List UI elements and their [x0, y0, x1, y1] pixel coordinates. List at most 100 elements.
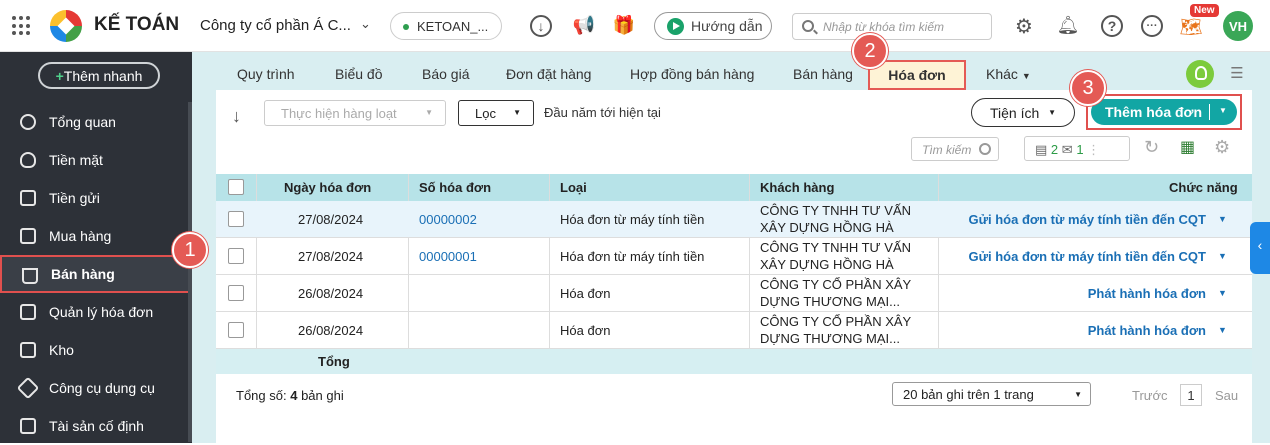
filter-dropdown[interactable]: Lọc [458, 100, 534, 126]
sidebar-item-purchasing[interactable]: Mua hàng [0, 217, 192, 255]
refresh-icon[interactable]: ↻ [1144, 137, 1166, 159]
apps-grid-icon[interactable] [12, 16, 32, 36]
tab-sales[interactable]: Bán hàng [793, 66, 853, 82]
caret-down-icon[interactable]: ▼ [1219, 106, 1227, 115]
download-icon[interactable]: ↓ [530, 15, 552, 37]
gear-icon[interactable]: ⚙ [1214, 137, 1236, 159]
customer-name-cont: XÂY DỰNG HỒNG HÀ [760, 220, 894, 235]
customer-name-cont: DỰNG THƯƠNG MẠI... [760, 294, 901, 309]
table-row[interactable]: 26/08/2024 Hóa đơn CÔNG TY CỔ PHẦN XÂY D… [216, 312, 1252, 349]
col-invoice-number[interactable]: Số hóa đơn [419, 180, 491, 195]
top-bar: KẾ TOÁN Công ty cổ phần Á C... ⌄ KETOAN_… [0, 0, 1270, 52]
quick-add-label: Thêm nhanh [63, 68, 143, 84]
customer-name: CÔNG TY CỔ PHẦN XÂY [760, 277, 912, 292]
add-invoice-highlight: Thêm hóa đơn ▼ [1086, 94, 1242, 130]
bell-icon[interactable]: 🔔︎ [1057, 14, 1080, 36]
sidebar-item-cash[interactable]: Tiền mặt [0, 141, 192, 179]
customer-name: CÔNG TY TNHH TƯ VẤN [760, 203, 911, 218]
invoice-type: Hóa đơn từ máy tính tiền [560, 212, 705, 227]
collapse-panel-tab[interactable]: ‹ [1250, 222, 1270, 274]
database-selector[interactable]: KETOAN_... [390, 12, 502, 40]
add-invoice-button[interactable]: Thêm hóa đơn ▼ [1091, 99, 1237, 125]
sidebar: +Thêm nhanh Tổng quan Tiền mặt Tiền gửi … [0, 52, 192, 443]
caret-down-icon[interactable]: ▼ [1218, 251, 1227, 261]
excel-icon[interactable]: ▦ [1180, 137, 1202, 159]
lightbulb-icon[interactable] [1186, 60, 1214, 88]
tab-contracts[interactable]: Hợp đồng bán hàng [630, 66, 754, 82]
invoice-type: Hóa đơn [560, 323, 611, 338]
invoice-panel: ↓ Thực hiện hàng loạt Lọc Đầu năm tới hi… [216, 90, 1252, 443]
guide-button[interactable]: Hướng dẫn [654, 12, 772, 40]
gift-icon[interactable]: 🎁 [613, 14, 635, 36]
company-selector[interactable]: Công ty cổ phần Á C... [200, 17, 351, 34]
col-type[interactable]: Loại [560, 180, 587, 195]
table-row[interactable]: 26/08/2024 Hóa đơn CÔNG TY CỔ PHẦN XÂY D… [216, 275, 1252, 312]
page-number[interactable]: 1 [1180, 384, 1202, 406]
row-checkbox[interactable] [228, 248, 244, 264]
page-size-select[interactable]: 20 bản ghi trên 1 trang [892, 382, 1091, 406]
row-checkbox[interactable] [228, 285, 244, 301]
record-count: Tổng số: 4 bản ghi [236, 388, 344, 403]
sidebar-item-tools[interactable]: Công cụ dụng cụ [0, 369, 192, 407]
tab-charts[interactable]: Biểu đồ [335, 66, 382, 82]
bulk-action-dropdown[interactable]: Thực hiện hàng loạt [264, 100, 446, 126]
sidebar-item-fixed-assets[interactable]: Tài sản cố định [0, 407, 192, 445]
more-icon[interactable]: ··· [1141, 15, 1163, 37]
caret-down-icon[interactable]: ▼ [1218, 214, 1227, 224]
sidebar-item-label: Tổng quan [49, 114, 116, 130]
table-row[interactable]: 27/08/2024 00000001 Hóa đơn từ máy tính … [216, 238, 1252, 275]
row-checkbox[interactable] [228, 322, 244, 338]
table-search-input[interactable]: Tìm kiếm [911, 137, 999, 161]
global-search-input[interactable]: Nhập từ khóa tìm kiếm [792, 13, 992, 40]
map-gift-icon[interactable]: 🗺︎ [1180, 16, 1203, 38]
issue-invoice-link[interactable]: Phát hành hóa đơn [1088, 286, 1206, 301]
guide-label: Hướng dẫn [691, 18, 763, 34]
avatar[interactable]: VH [1223, 11, 1253, 41]
tab-more[interactable]: Khác ▼ [986, 66, 1031, 82]
shopping-bag-icon [20, 228, 36, 244]
search-icon [802, 20, 814, 32]
utilities-dropdown[interactable]: Tiện ích [971, 98, 1075, 127]
tab-orders[interactable]: Đơn đặt hàng [506, 66, 591, 82]
car-icon [20, 418, 36, 434]
money-bag-icon [20, 152, 36, 168]
sidebar-item-sales[interactable]: Bán hàng [0, 255, 192, 293]
notification-counts[interactable]: ▤ 2 ✉ 1 ⋮ [1024, 136, 1130, 161]
prev-page-button[interactable]: Trước [1132, 388, 1168, 403]
sidebar-item-overview[interactable]: Tổng quan [0, 103, 192, 141]
gear-icon[interactable]: ⚙ [1013, 15, 1035, 38]
settings-list-icon[interactable]: ☰ [1226, 62, 1248, 84]
tab-process[interactable]: Quy trình [237, 66, 295, 82]
col-invoice-date[interactable]: Ngày hóa đơn [284, 180, 371, 195]
send-to-tax-link[interactable]: Gửi hóa đơn từ máy tính tiền đến CQT [968, 212, 1206, 227]
issue-invoice-link[interactable]: Phát hành hóa đơn [1088, 323, 1206, 338]
invoice-number-link[interactable]: 00000002 [419, 212, 477, 227]
tab-invoices[interactable]: Hóa đơn [868, 60, 966, 90]
caret-down-icon[interactable]: ▼ [1218, 325, 1227, 335]
tab-quotes[interactable]: Báo giá [422, 66, 469, 82]
sidebar-item-warehouse[interactable]: Kho [0, 331, 192, 369]
next-page-button[interactable]: Sau [1215, 388, 1238, 403]
sidebar-item-deposits[interactable]: Tiền gửi [0, 179, 192, 217]
col-customer[interactable]: Khách hàng [760, 180, 834, 195]
col-actions: Chức năng [1169, 180, 1238, 195]
brand-name: KẾ TOÁN [94, 14, 180, 35]
help-icon[interactable]: ? [1101, 15, 1123, 37]
database-label: KETOAN_... [417, 19, 489, 34]
main-area: Quy trình Biểu đồ Báo giá Đơn đặt hàng H… [192, 52, 1270, 443]
step-badge-2: 2 [852, 33, 888, 69]
sidebar-item-invoice-management[interactable]: Quản lý hóa đơn [0, 293, 192, 331]
row-checkbox[interactable] [228, 211, 244, 227]
send-to-tax-link[interactable]: Gửi hóa đơn từ máy tính tiền đến CQT [968, 249, 1206, 264]
quick-add-button[interactable]: +Thêm nhanh [38, 62, 160, 89]
sort-arrow-icon[interactable]: ↓ [232, 106, 241, 127]
invoice-number-link[interactable]: 00000001 [419, 249, 477, 264]
table-row[interactable]: 27/08/2024 00000002 Hóa đơn từ máy tính … [216, 201, 1252, 238]
customer-name-cont: XÂY DỰNG HỒNG HÀ [760, 257, 894, 272]
chevron-down-icon[interactable]: ⌄ [360, 16, 371, 32]
status-dot [403, 24, 409, 30]
cart-icon [22, 268, 38, 284]
megaphone-icon[interactable]: 📢 [573, 14, 595, 36]
select-all-checkbox[interactable] [228, 179, 244, 195]
caret-down-icon[interactable]: ▼ [1218, 288, 1227, 298]
